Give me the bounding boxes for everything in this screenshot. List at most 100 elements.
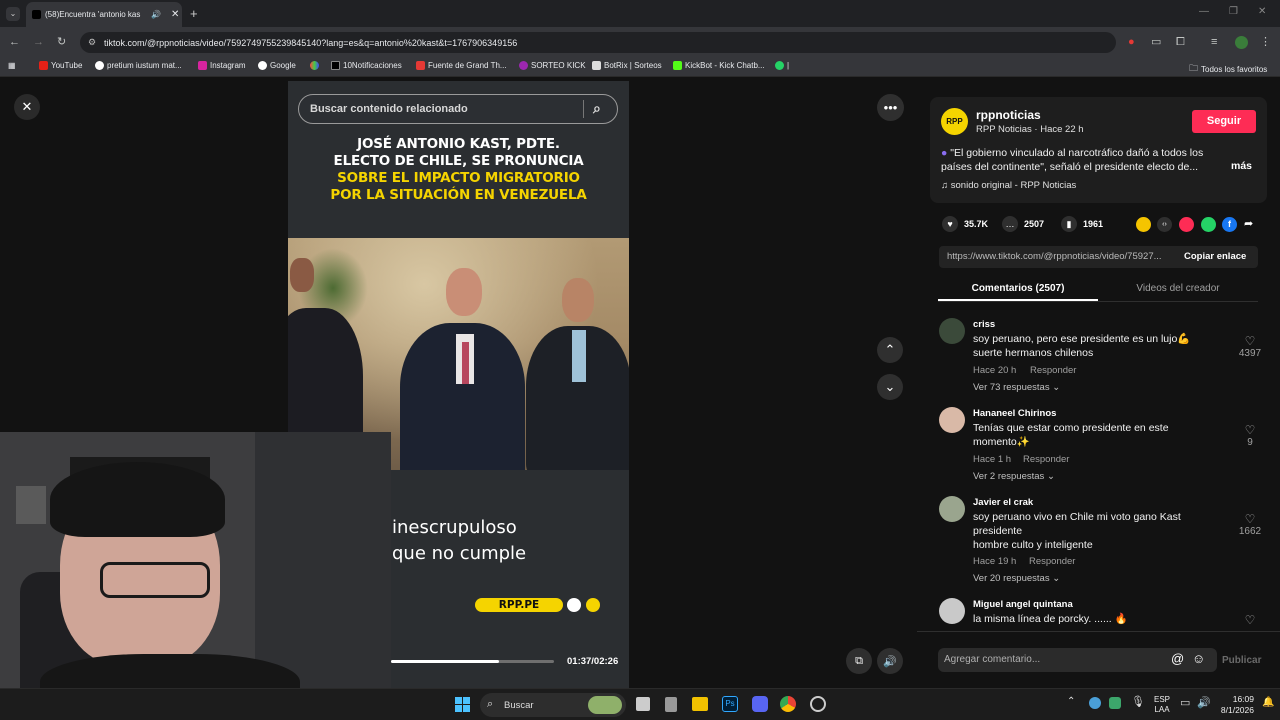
chrome-icon[interactable] xyxy=(780,696,796,712)
task-view-icon[interactable] xyxy=(636,697,650,711)
mention-icon[interactable]: @ xyxy=(1171,651,1184,666)
extensions-puzzle-icon[interactable]: ⧠ xyxy=(1176,37,1185,48)
bookmark-gta[interactable]: Fuente de Grand Th... xyxy=(416,61,507,70)
search-icon[interactable]: ⌕ xyxy=(593,100,601,117)
extension-icon[interactable]: ▭ xyxy=(1151,37,1161,48)
bookmark-sorteo[interactable]: SORTEO KICK xyxy=(519,61,586,70)
share-repost-icon[interactable] xyxy=(1136,217,1151,232)
bookmark-google[interactable]: Google xyxy=(258,61,296,70)
site-info-icon[interactable]: ⚙ xyxy=(88,37,96,48)
clock[interactable]: 16:09 8/1/2026 xyxy=(1216,694,1254,716)
caption-more-link[interactable]: más xyxy=(1231,160,1252,172)
bookmark-youtube[interactable]: YouTube xyxy=(39,61,82,70)
volume-button[interactable]: 🔊 xyxy=(877,648,903,674)
tray-app-icon[interactable] xyxy=(1089,697,1101,709)
volume-tray-icon[interactable]: 🔊 xyxy=(1197,696,1211,709)
copy-link-button[interactable]: Copiar enlace xyxy=(1184,251,1246,262)
bookmark-kickbot[interactable]: KickBot - Kick Chatb... xyxy=(673,61,765,70)
view-replies[interactable]: Ver 20 respuestas ⌄ xyxy=(973,573,1060,584)
discord-icon[interactable] xyxy=(752,696,768,712)
bookmark-botrix[interactable]: BotRix | Sorteos xyxy=(592,61,662,70)
photoshop-icon[interactable]: Ps xyxy=(722,696,738,712)
brand-dot-yellow xyxy=(586,598,600,612)
close-window-icon[interactable]: ✕ xyxy=(1258,6,1266,17)
app-icon[interactable] xyxy=(665,697,677,712)
tab-audio-icon[interactable]: 🔊 xyxy=(151,10,161,19)
menu-icon[interactable]: ⋮ xyxy=(1260,37,1271,48)
previous-video-button[interactable]: ⌃ xyxy=(877,337,903,363)
minimize-icon[interactable]: — xyxy=(1199,6,1209,17)
avatar[interactable] xyxy=(939,318,965,344)
send-to-friends-icon[interactable] xyxy=(1179,217,1194,232)
avatar[interactable] xyxy=(939,598,965,624)
reply-link[interactable]: Responder xyxy=(1030,365,1076,376)
bookmark-whatsapp[interactable]: | xyxy=(775,61,789,70)
avatar[interactable] xyxy=(939,496,965,522)
apps-icon[interactable]: ▦ xyxy=(8,61,16,70)
tray-app-icon[interactable] xyxy=(1109,697,1121,709)
comment-user[interactable]: criss xyxy=(973,319,995,330)
profile-avatar[interactable] xyxy=(1235,36,1248,49)
windows-start-icon[interactable] xyxy=(455,697,470,712)
tab-close-icon[interactable]: ✕ xyxy=(171,9,179,20)
reload-icon[interactable]: ↻ xyxy=(57,37,66,48)
browser-tab[interactable]: (58)Encuentra 'antonio kas 🔊 ✕ xyxy=(26,2,182,27)
reading-list-icon[interactable]: ≡ xyxy=(1211,37,1217,48)
address-bar[interactable]: ⚙ tiktok.com/@rppnoticias/video/75927497… xyxy=(80,32,1116,53)
comment-like[interactable]: ♡ 4397 xyxy=(1238,334,1262,359)
taskbar-search[interactable]: ⌕ Buscar xyxy=(480,693,626,717)
bookmark-instagram[interactable]: Instagram xyxy=(198,61,246,70)
share-arrow-icon[interactable]: ➦ xyxy=(1244,217,1253,230)
file-explorer-icon[interactable] xyxy=(692,697,708,711)
embed-icon[interactable]: ‹› xyxy=(1157,217,1172,232)
comment-like[interactable]: ♡ 9 xyxy=(1238,423,1262,448)
avatar[interactable] xyxy=(939,407,965,433)
comment-user[interactable]: Hananeel Chirinos xyxy=(973,408,1056,419)
comment-user[interactable]: Javier el crak xyxy=(973,497,1033,508)
publish-button[interactable]: Publicar xyxy=(1222,655,1261,666)
restore-icon[interactable]: ❐ xyxy=(1229,6,1238,17)
creator-avatar[interactable]: RPP xyxy=(941,108,968,135)
tab-comments[interactable]: Comentarios (2507) xyxy=(938,283,1098,294)
notification-bell-icon[interactable]: 🔔 xyxy=(1262,697,1274,708)
bookmark-colorful[interactable] xyxy=(310,61,319,70)
comment-like[interactable]: ♡ xyxy=(1238,613,1262,627)
view-replies[interactable]: Ver 73 respuestas ⌄ xyxy=(973,382,1060,393)
view-replies[interactable]: Ver 2 respuestas ⌄ xyxy=(973,471,1055,482)
forward-icon[interactable]: → xyxy=(33,37,44,48)
tab-search-icon[interactable]: ⌄ xyxy=(6,7,20,21)
tab-creator-videos[interactable]: Videos del creador xyxy=(1098,283,1258,294)
reply-link[interactable]: Responder xyxy=(1029,556,1075,567)
extension-red-icon[interactable]: ● xyxy=(1128,37,1135,48)
next-video-button[interactable]: ⌄ xyxy=(877,374,903,400)
back-icon[interactable]: ← xyxy=(9,37,20,48)
follow-button[interactable]: Seguir xyxy=(1192,110,1256,133)
emoji-icon[interactable]: ☺ xyxy=(1192,651,1205,666)
reply-link[interactable]: Responder xyxy=(1023,454,1069,465)
comment-button[interactable]: … xyxy=(1002,216,1018,232)
more-options-button[interactable]: ••• xyxy=(877,94,904,121)
new-tab-icon[interactable]: + xyxy=(190,6,198,21)
whatsapp-share-icon[interactable] xyxy=(1201,217,1216,232)
language-indicator[interactable]: ESP LAA xyxy=(1154,695,1170,715)
like-button[interactable]: ♥ xyxy=(942,216,958,232)
bookmark-pretium[interactable]: pretium iustum mat... xyxy=(95,61,182,70)
comment-like[interactable]: ♡ 1662 xyxy=(1238,512,1262,537)
tray-chevron-icon[interactable]: ⌃ xyxy=(1067,696,1075,707)
bookmark-x[interactable]: 10Notificaciones xyxy=(331,61,402,70)
app-circle-icon[interactable] xyxy=(810,696,826,712)
sound-link[interactable]: ♫ sonido original - RPP Noticias xyxy=(941,180,1076,191)
close-video-button[interactable]: ✕ xyxy=(14,94,40,120)
comment-input[interactable]: Agregar comentario... @ ☺ xyxy=(938,648,1217,672)
all-bookmarks[interactable]: 🗀 Todos los favoritos xyxy=(1189,61,1267,77)
globe-emoji: ● xyxy=(941,147,951,159)
miniplayer-button[interactable]: ⧉ xyxy=(846,648,872,674)
video-progress-track[interactable] xyxy=(391,660,554,663)
save-button[interactable]: ▮ xyxy=(1061,216,1077,232)
related-search-input[interactable]: Buscar contenido relacionado ⌕ xyxy=(298,94,618,124)
microphone-icon[interactable]: 🎙 xyxy=(1131,695,1145,708)
comment-user[interactable]: Miguel angel quintana xyxy=(973,599,1073,610)
creator-name[interactable]: rppnoticias xyxy=(976,108,1041,122)
display-icon[interactable]: ▭ xyxy=(1180,696,1190,709)
facebook-share-icon[interactable]: f xyxy=(1222,217,1237,232)
